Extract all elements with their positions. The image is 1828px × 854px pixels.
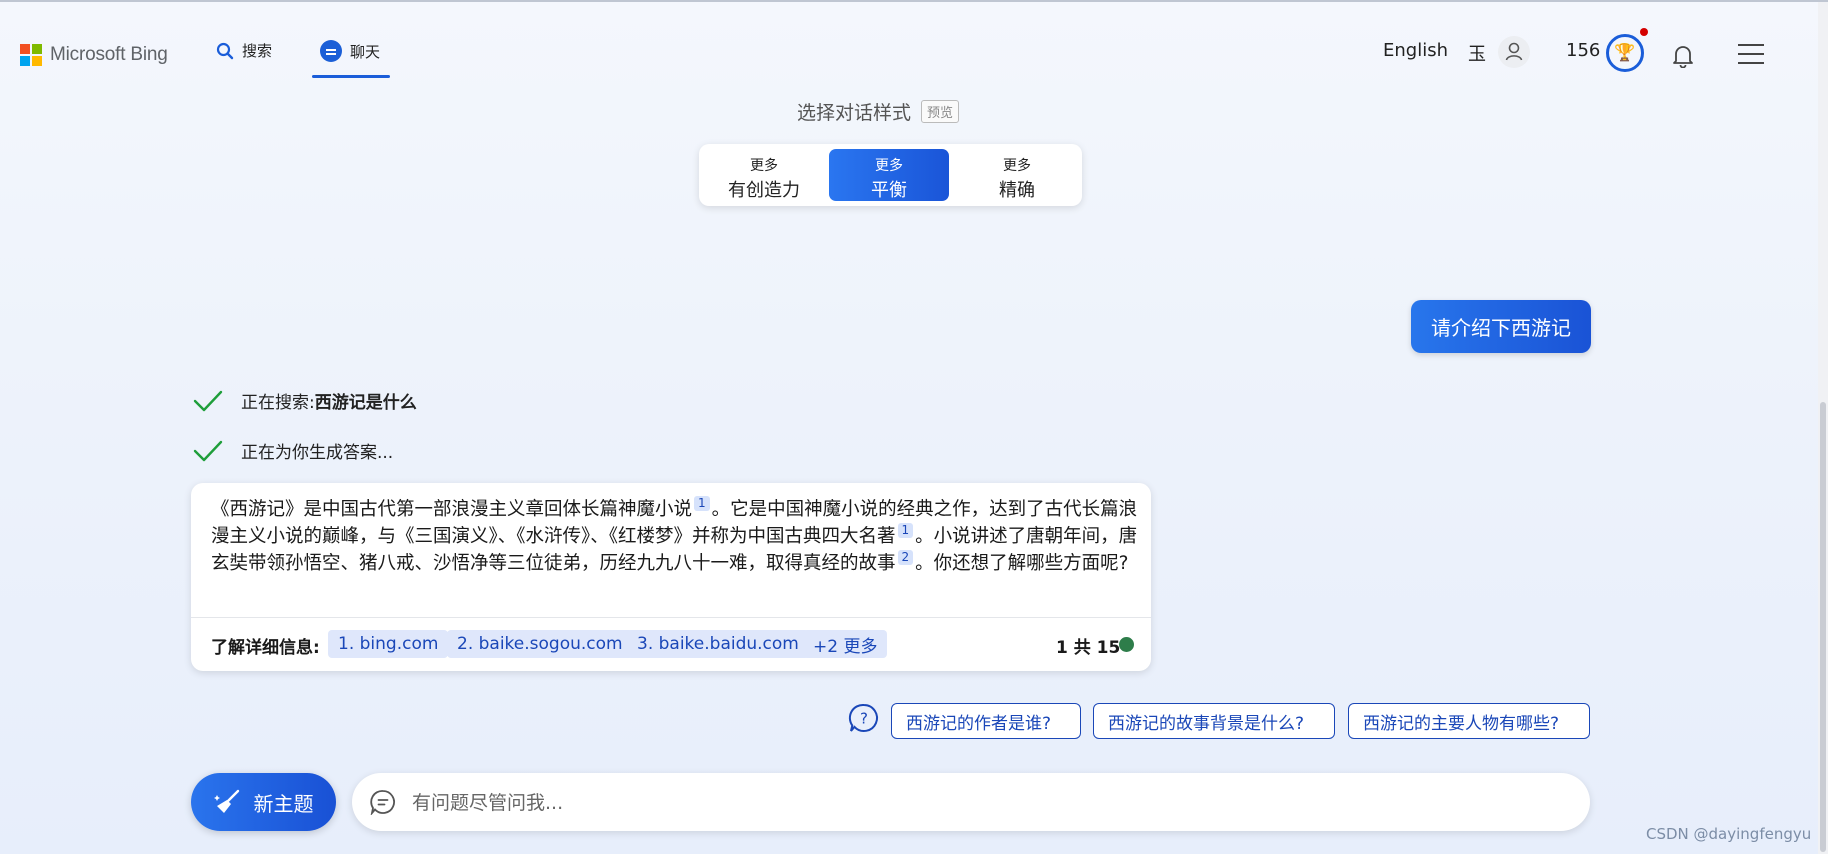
style-option-precise[interactable]: 更多 精确 [957, 149, 1077, 201]
active-tab-indicator [312, 75, 390, 78]
rewards-points[interactable]: 156 [1566, 40, 1600, 61]
style-option-balanced[interactable]: 更多 平衡 [829, 149, 949, 201]
user-avatar-icon[interactable] [1498, 36, 1530, 68]
style-option-label: 精确 [999, 180, 1035, 201]
bot-answer-card: 《西游记》是中国古代第一部浪漫主义章回体长篇神魔小说 1 。它是中国神魔小说的经典之… [191, 483, 1151, 671]
style-option-label: 平衡 [871, 180, 907, 201]
citation-badge[interactable]: 1 [897, 523, 914, 538]
chat-composer[interactable] [352, 773, 1590, 831]
style-option-label: 有创造力 [728, 180, 800, 201]
response-count: 1 共 15 [1056, 638, 1121, 658]
suggestion-chip[interactable]: 西游记的主要人物有哪些? [1348, 703, 1590, 739]
source-link[interactable]: 3. baike.baidu.com [627, 630, 809, 658]
status-indicator [1119, 637, 1134, 652]
citation-badge[interactable]: 2 [897, 550, 914, 565]
brand-name: Microsoft Bing [50, 44, 168, 65]
question-help-icon: ? [848, 703, 878, 732]
checkmark-icon [193, 440, 223, 461]
source-link[interactable]: 2. baike.sogou.com [447, 630, 633, 658]
style-option-small-label: 更多 [1003, 158, 1031, 174]
new-topic-label: 新主题 [253, 791, 314, 816]
citation-badge[interactable]: 1 [694, 496, 710, 511]
checkmark-icon [193, 390, 223, 411]
language-toggle[interactable]: English [1383, 40, 1448, 61]
suggestion-chip[interactable]: 西游记的故事背景是什么? [1093, 703, 1335, 739]
chat-input[interactable] [410, 787, 1564, 819]
learn-more-label: 了解详细信息: [211, 638, 320, 658]
chat-bubble-icon [370, 790, 395, 815]
nav-chat-label: 聊天 [350, 42, 381, 61]
answer-segment: 《西游记》是中国古代第一部浪漫主义章回体长篇神魔小说 [211, 499, 693, 520]
conversation-style-title: 选择对话样式 [797, 102, 912, 124]
style-option-small-label: 更多 [875, 158, 903, 174]
page-scrollbar[interactable] [1818, 2, 1828, 854]
style-option-creative[interactable]: 更多 有创造力 [704, 149, 824, 201]
divider [191, 617, 1151, 618]
more-sources-button[interactable]: +2 更多 [803, 630, 888, 658]
new-topic-button[interactable]: 新主题 [191, 773, 336, 831]
broom-icon [213, 789, 239, 813]
watermark-text: CSDN @dayingfengyu [1646, 825, 1812, 843]
conversation-style-selector: 更多 有创造力 更多 平衡 更多 精确 [699, 144, 1082, 206]
progress-text: 正在搜索: [241, 393, 315, 413]
bing-logo[interactable]: Microsoft Bing [20, 44, 168, 66]
style-option-small-label: 更多 [750, 158, 778, 174]
user-message-bubble: 请介绍下西游记 [1411, 300, 1591, 353]
notification-dot [1640, 28, 1648, 36]
nav-search-label: 搜索 [242, 42, 273, 60]
window-top-border [0, 0, 1828, 2]
search-query: 西游记是什么 [314, 393, 417, 413]
svg-text:?: ? [860, 710, 868, 728]
microsoft-logo-icon [20, 44, 42, 66]
hamburger-menu-icon[interactable] [1738, 44, 1764, 71]
rewards-trophy-icon[interactable]: 🏆 [1606, 34, 1644, 72]
generating-progress-line: 正在为你生成答案... [193, 438, 393, 463]
progress-text: 正在为你生成答案... [241, 443, 394, 463]
suggestion-chip[interactable]: 西游记的作者是谁? [891, 703, 1081, 739]
chat-bubble-icon [320, 40, 342, 62]
answer-segment: 。你还想了解哪些方面呢? [915, 553, 1129, 574]
preview-badge: 预览 [921, 100, 960, 123]
nav-search-tab[interactable]: 搜索 [216, 40, 272, 61]
search-progress-line: 正在搜索: 西游记是什么 [193, 388, 417, 413]
user-name[interactable]: 玉 [1468, 40, 1486, 66]
conversation-style-header: 选择对话样式 预览 [797, 98, 960, 125]
nav-chat-tab[interactable]: 聊天 [320, 40, 380, 62]
scrollbar-thumb[interactable] [1820, 402, 1826, 852]
answer-text: 《西游记》是中国古代第一部浪漫主义章回体长篇神魔小说 1 。它是中国神魔小说的经典之… [211, 496, 1141, 577]
search-icon [216, 42, 234, 59]
source-link[interactable]: 1. bing.com [328, 630, 449, 658]
bell-icon[interactable] [1672, 44, 1694, 68]
